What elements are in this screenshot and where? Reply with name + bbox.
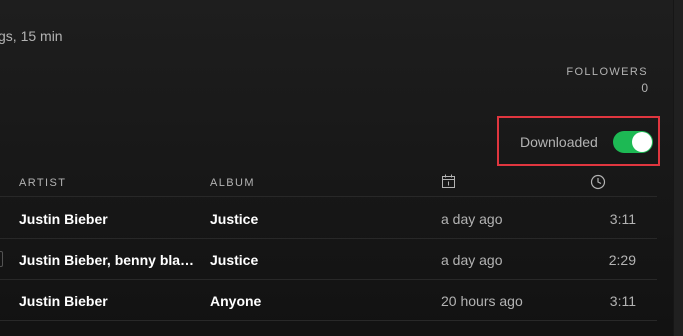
track-artist[interactable]: Justin Bieber, benny blanco bbox=[19, 252, 197, 268]
track-date-added: 20 hours ago bbox=[441, 293, 523, 309]
track-duration: 3:11 bbox=[609, 293, 636, 309]
calendar-icon[interactable] bbox=[441, 174, 456, 194]
track-duration: 2:29 bbox=[608, 252, 636, 268]
track-table-header: ARTIST ALBUM bbox=[0, 172, 657, 197]
download-toggle-highlight: Downloaded bbox=[497, 116, 660, 166]
followers-count: 0 bbox=[641, 81, 648, 95]
track-album[interactable]: Justice bbox=[210, 252, 258, 268]
toggle-knob bbox=[632, 132, 652, 152]
track-duration: 3:11 bbox=[609, 211, 636, 227]
download-label: Downloaded bbox=[520, 134, 598, 150]
track-row[interactable]: Justin Bieber Anyone 20 hours ago 3:11 bbox=[0, 280, 657, 321]
track-row[interactable]: Justin Bieber Justice a day ago 3:11 bbox=[0, 198, 657, 239]
track-album[interactable]: Anyone bbox=[210, 293, 261, 309]
track-date-added: a day ago bbox=[441, 252, 503, 268]
track-album[interactable]: Justice bbox=[210, 211, 258, 227]
followers-block: FOLLOWERS 0 bbox=[566, 66, 648, 95]
download-toggle[interactable] bbox=[613, 131, 653, 153]
track-row[interactable]: Justin Bieber, benny blanco Justice a da… bbox=[0, 239, 657, 280]
playlist-page: gs, 15 min FOLLOWERS 0 Downloaded ARTIST… bbox=[0, 0, 683, 336]
track-artist[interactable]: Justin Bieber bbox=[19, 293, 197, 309]
track-artist[interactable]: Justin Bieber bbox=[19, 211, 197, 227]
playlist-meta: gs, 15 min bbox=[0, 28, 63, 44]
scrollbar[interactable] bbox=[673, 0, 683, 336]
followers-label: FOLLOWERS bbox=[566, 66, 648, 78]
column-album[interactable]: ALBUM bbox=[210, 177, 255, 189]
row-checkbox[interactable] bbox=[0, 251, 3, 267]
track-date-added: a day ago bbox=[441, 211, 503, 227]
clock-icon[interactable] bbox=[590, 174, 606, 195]
column-artist[interactable]: ARTIST bbox=[19, 177, 66, 189]
